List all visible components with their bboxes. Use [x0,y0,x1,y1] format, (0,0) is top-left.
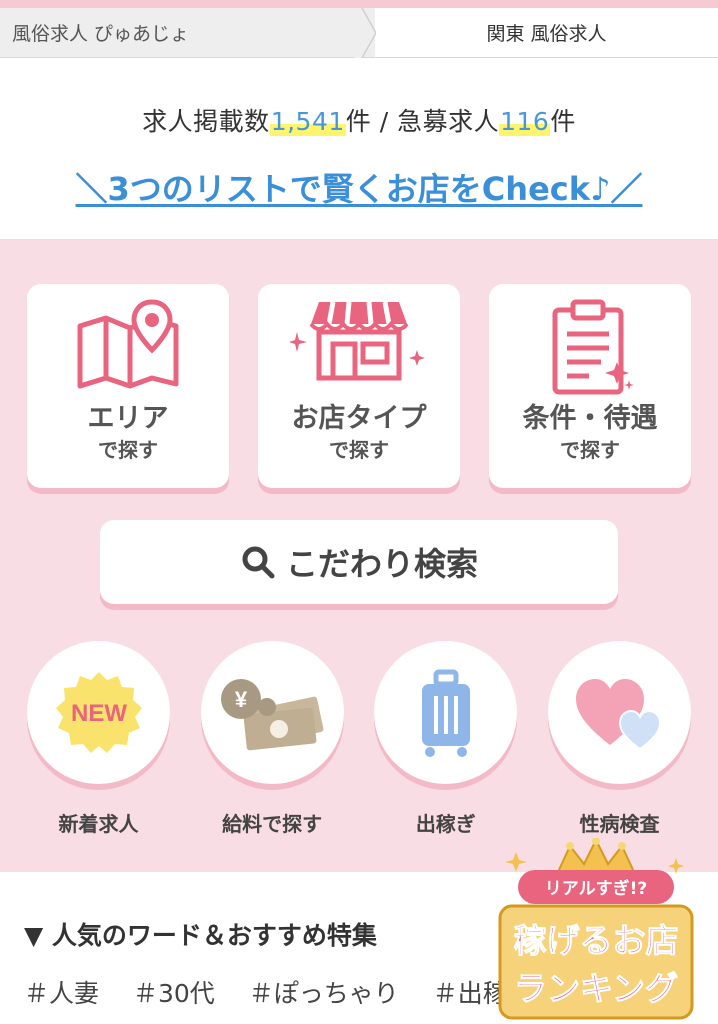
counts-unit: 件 [550,107,576,136]
shop-icon [289,301,425,381]
breadcrumb-current: 関東 風俗求人 [375,8,718,57]
counts-unit-urgent: 件 / 急募求人 [345,107,500,136]
tag-link[interactable]: ＃人妻 [24,979,99,1008]
new-jobs-label: 新着求人 [58,812,139,836]
area-search-card[interactable]: エリア で探す [27,284,229,488]
breadcrumb: 風俗求人 ぴゅあじょ 関東 風俗求人 [0,8,718,58]
urgent-count: 116 [499,107,551,136]
salary-circle: ¥ [200,641,344,784]
ranking-banner[interactable]: リアルすぎ!? 稼げるお店 ランキング [496,838,696,1024]
breadcrumb-home-label: 風俗求人 ぴゅあじょ [12,23,190,45]
salary-label: 給料で探す [222,812,323,836]
suitcase-icon [421,669,470,757]
tag-link[interactable]: ＃ぽっちゃり [249,979,399,1008]
shop-type-card-label: お店タイプ [291,403,427,434]
check-lists-link[interactable]: ＼3つのリストで賢くお店をCheck♪／ [76,164,643,210]
std-test-circle [547,641,691,784]
new-jobs-link[interactable]: NEW 新着求人 [27,641,170,837]
map-pin-icon [77,299,179,389]
breadcrumb-current-label: 関東 風俗求人 [486,23,607,45]
top-accent-bar [0,0,718,8]
dekasegi-circle [374,641,518,784]
std-test-link[interactable]: 性病検査 [547,641,691,837]
area-card-sub: で探す [98,438,158,462]
counts-prefix: 求人掲載数 [142,107,270,136]
total-count: 1,541 [269,107,346,136]
job-summary: 求人掲載数1,541件 / 急募求人116件 ＼3つのリストで賢くお店をChec… [0,58,718,240]
detailed-search-label: こだわり検索 [285,545,478,583]
hearts-icon [576,678,662,750]
search-icon [242,546,275,579]
yen-symbol: ¥ [235,687,248,712]
salary-search-link[interactable]: ¥ 給料で探す [200,641,344,837]
banner-line1: リアルすぎ!? [545,878,647,899]
conditions-search-card[interactable]: 条件・待遇 で探す [489,284,691,488]
new-badge-icon: NEW [55,671,142,753]
dekasegi-label: 出稼ぎ [415,812,476,836]
std-test-label: 性病検査 [579,812,660,836]
area-card-label: エリア [87,403,169,434]
clipboard-icon [552,299,634,395]
job-counts: 求人掲載数1,541件 / 急募求人116件 [0,58,718,138]
search-menu: エリア で探す お店タイプ で探す 条件・待遇 で探す こだわり検索 NEW 新… [0,240,718,872]
dekasegi-link[interactable]: 出稼ぎ [374,641,518,837]
tag-link[interactable]: ＃30代 [133,979,215,1008]
shop-type-card-sub: で探す [329,438,389,462]
banner-line3: ランキング [514,969,678,1008]
new-badge-text: NEW [71,700,127,727]
sparkle-icon [668,858,684,874]
conditions-card-label: 条件・待遇 [522,403,658,434]
quick-links: NEW 新着求人 ¥ 給料で探す 出稼ぎ 性病検査 [27,641,691,837]
detailed-search-button[interactable]: こだわり検索 [100,520,618,604]
money-icon: ¥ [221,678,324,750]
breadcrumb-home-link[interactable]: 風俗求人 ぴゅあじょ [0,8,376,58]
sparkle-icon [505,852,527,872]
breadcrumb-separator-icon [354,8,376,58]
conditions-card-sub: で探す [560,438,620,462]
search-cards: エリア で探す お店タイプ で探す 条件・待遇 で探す [27,284,691,488]
new-jobs-circle: NEW [27,641,170,784]
banner-line2: 稼げるお店 [514,921,679,960]
shop-type-search-card[interactable]: お店タイプ で探す [258,284,460,488]
